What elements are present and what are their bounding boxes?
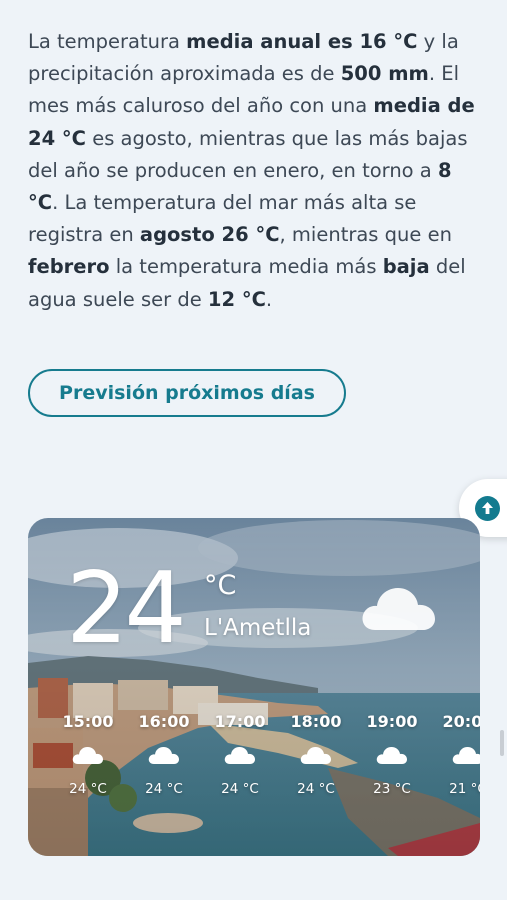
cloud-icon (376, 747, 407, 764)
text-highlight: media anual es 16 °C (186, 30, 418, 53)
text-segment: es agosto, mientras que las más bajas de… (28, 126, 468, 182)
hour-time: 15:00 (62, 712, 114, 731)
text-segment: . (265, 287, 273, 311)
hour-temperature: 24 °C (145, 781, 183, 797)
text-segment: , mientras que en (279, 223, 452, 247)
cloud-icon (362, 588, 435, 630)
text-segment: La temperatura (28, 30, 187, 53)
temperature-unit: °C (204, 570, 237, 601)
hour-time: 20:00 (442, 712, 480, 731)
arrow-up-icon (475, 495, 500, 521)
hour-temperature: 24 °C (69, 781, 107, 797)
hourly-item: 19:00 23 °C (357, 712, 427, 797)
scrollbar-thumb[interactable] (500, 730, 504, 756)
cloud-icon (148, 747, 179, 764)
hourly-item: 18:00 24 °C (281, 712, 351, 797)
hour-temperature: 23 °C (373, 781, 411, 797)
text-highlight: agosto 26 °C (139, 223, 280, 247)
text-highlight: 500 mm (340, 62, 429, 86)
hourly-item: 20:00 21 °C (433, 712, 480, 797)
hour-time: 19:00 (366, 712, 418, 731)
text-highlight: febrero (28, 255, 110, 279)
hour-time: 18:00 (290, 712, 342, 731)
hour-temperature: 24 °C (221, 781, 259, 797)
hourly-forecast: 15:00 24 °C 16:00 24 °C 17:00 24 °C 18:0… (28, 712, 480, 812)
cloud-icon (452, 747, 480, 764)
cloud-icon (72, 747, 103, 764)
climate-description: La temperatura media anual es 16 °C y la… (28, 26, 488, 316)
forecast-next-days-button[interactable]: Previsión próximos días (28, 369, 346, 417)
current-temperature: 24 (66, 552, 187, 666)
text-highlight: 12 °C (207, 287, 266, 311)
hourly-item: 16:00 24 °C (129, 712, 199, 797)
hour-temperature: 21 °C (449, 781, 480, 797)
location-name: L'Ametlla (204, 615, 312, 641)
cloud-icon (224, 747, 255, 764)
hour-time: 17:00 (214, 712, 266, 731)
weather-widget: 24 °C L'Ametlla 15:00 24 °C 16:00 24 °C … (28, 518, 480, 856)
hour-temperature: 24 °C (297, 781, 335, 797)
text-segment: la temperatura media más (109, 255, 383, 279)
hour-time: 16:00 (138, 712, 190, 731)
cloud-icon (300, 747, 331, 764)
hourly-item: 15:00 24 °C (53, 712, 123, 797)
text-highlight: baja (382, 255, 430, 279)
hourly-item: 17:00 24 °C (205, 712, 275, 797)
